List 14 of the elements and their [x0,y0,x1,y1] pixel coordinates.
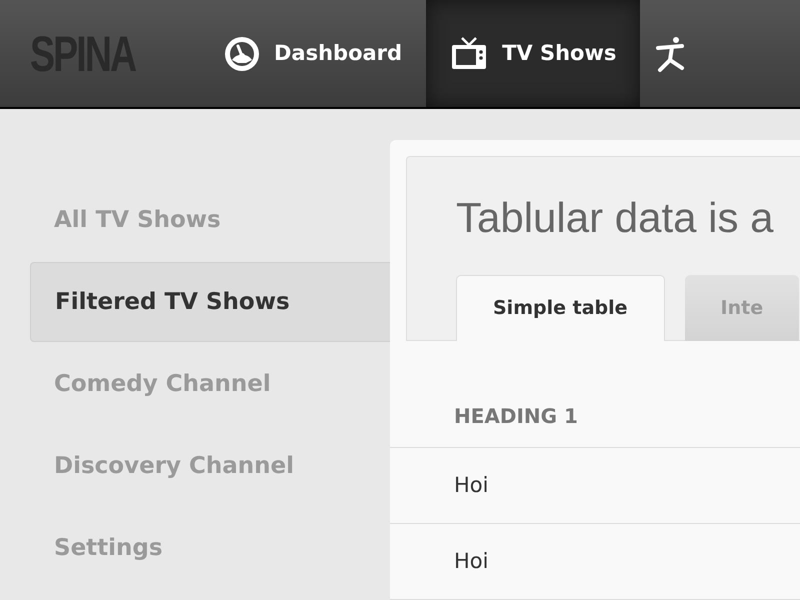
page-title: Tablular data is a [455,193,775,239]
sidebar-item[interactable]: All TV Shows [30,180,390,260]
sidebar-item[interactable]: Filtered TV Shows [30,262,390,342]
column-header: HEADING 1 [454,403,578,430]
nav-item[interactable]: TV Shows [426,0,640,107]
sidebar-item[interactable]: Discovery Channel [30,426,390,506]
sidebar-item[interactable]: Comedy Channel [30,344,390,424]
tab[interactable]: Inte [684,275,800,341]
nav-item[interactable]: Dashboard [200,0,426,107]
gauge-icon [224,36,260,72]
table-cell-text: Hoi [454,548,488,575]
table-cell-text: Hoi [454,472,488,499]
sidebar-item[interactable]: Settings [30,508,390,588]
tab[interactable]: Simple table [456,275,665,341]
